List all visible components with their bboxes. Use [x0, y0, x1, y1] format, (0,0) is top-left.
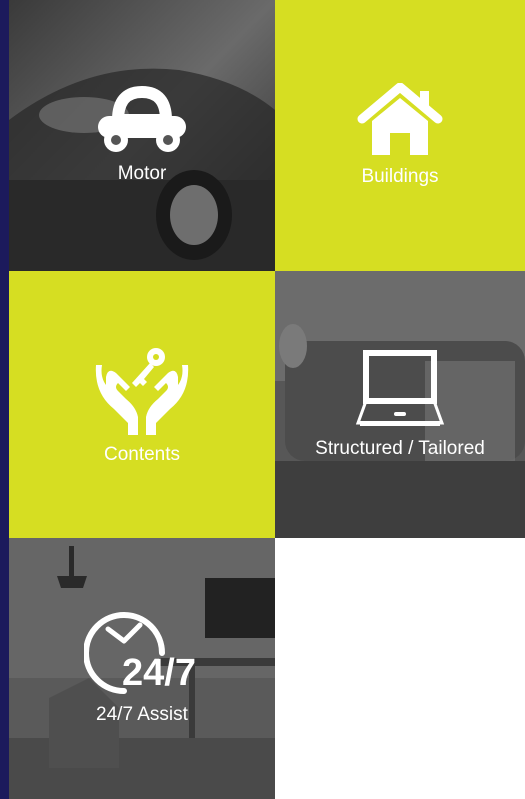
clock-24-7-icon: 24/7: [84, 611, 196, 694]
tile-label-motor: Motor: [117, 162, 167, 184]
laptop-icon: [355, 349, 445, 426]
tile-structured-tailored[interactable]: Structured / Tailored: [275, 271, 525, 538]
tile-label-buildings: Buildings: [361, 165, 439, 187]
clock-24-7-text: 24/7: [122, 652, 196, 694]
tile-assist[interactable]: 24/7 24/7 Assist: [9, 538, 275, 799]
tile-buildings[interactable]: Buildings: [275, 0, 525, 271]
tile-contents[interactable]: Contents: [9, 271, 275, 538]
tile-motor[interactable]: Motor: [9, 0, 275, 271]
car-icon: [98, 85, 186, 152]
house-icon: [357, 82, 443, 155]
left-edge-strip: [0, 0, 9, 799]
hands-key-icon: [95, 347, 189, 435]
tile-label-contents: Contents: [103, 443, 181, 465]
tile-label-structured: Structured / Tailored: [315, 437, 485, 459]
tile-label-assist: 24/7 Assist: [96, 703, 188, 725]
